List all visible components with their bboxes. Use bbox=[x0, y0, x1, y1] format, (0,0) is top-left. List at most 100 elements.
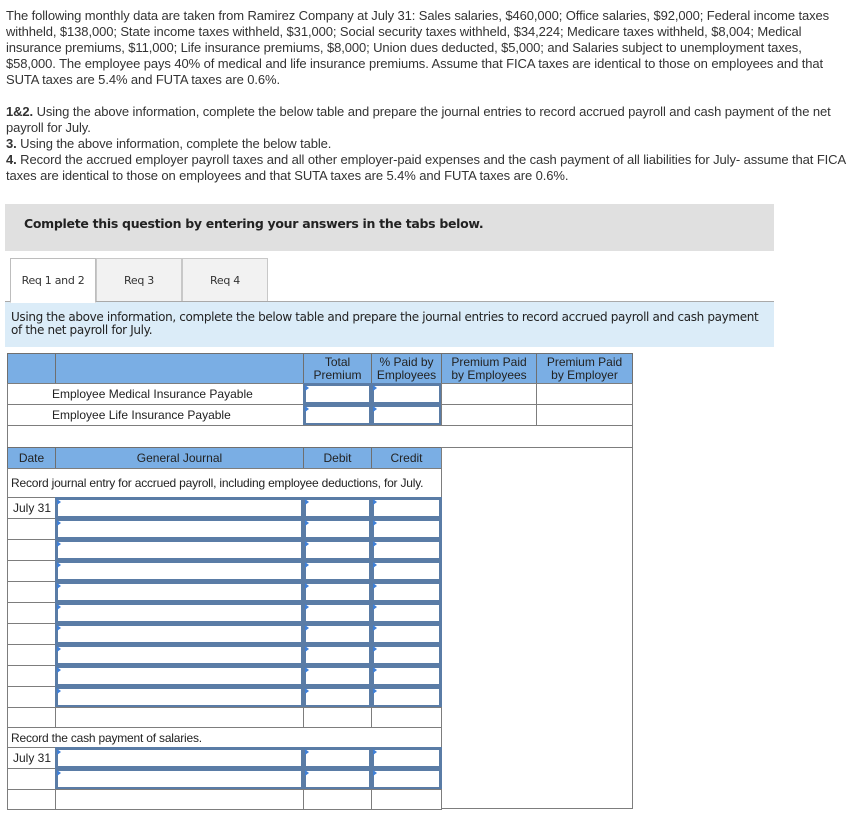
accrued-payroll-credit-8-input[interactable] bbox=[374, 648, 439, 664]
accrued-payroll-account-9[interactable] bbox=[55, 665, 304, 687]
cash-payment-credit-1[interactable] bbox=[371, 747, 442, 769]
accrued-payroll-credit-2[interactable] bbox=[371, 518, 442, 540]
accrued-payroll-debit-2[interactable] bbox=[303, 518, 372, 540]
accrued-payroll-account-10[interactable] bbox=[55, 686, 304, 708]
accrued-payroll-date-cell bbox=[7, 665, 56, 687]
accrued-payroll-debit-10-input[interactable] bbox=[306, 690, 369, 706]
accrued-payroll-debit-1[interactable] bbox=[303, 497, 372, 519]
accrued-payroll-account-1[interactable] bbox=[55, 497, 304, 519]
accrued-payroll-debit-3-input[interactable] bbox=[306, 543, 369, 559]
cash-payment-credit-2[interactable] bbox=[371, 768, 442, 790]
accrued-payroll-account-7-input[interactable] bbox=[58, 627, 301, 643]
accrued-payroll-account-7[interactable] bbox=[55, 623, 304, 645]
medical-insurance-row-total-premium[interactable] bbox=[303, 383, 372, 405]
tab-req-4[interactable]: Req 4 bbox=[182, 258, 268, 302]
accrued-payroll-credit-3[interactable] bbox=[371, 539, 442, 561]
accrued-payroll-credit-4[interactable] bbox=[371, 560, 442, 582]
accrued-payroll-debit-2-input[interactable] bbox=[306, 522, 369, 538]
accrued-payroll-credit-6[interactable] bbox=[371, 602, 442, 624]
medical-insurance-row-paid-by-employer bbox=[536, 383, 633, 405]
accrued-payroll-account-9-input[interactable] bbox=[58, 669, 301, 685]
life-insurance-row-paid-by-employees bbox=[441, 404, 537, 426]
medical-insurance-row-pct-paid[interactable] bbox=[371, 383, 442, 405]
cash-payment-account-1[interactable] bbox=[55, 747, 304, 769]
accrued-payroll-account-8[interactable] bbox=[55, 644, 304, 666]
accrued-payroll-debit-6-input[interactable] bbox=[306, 606, 369, 622]
journal-header-credit: Credit bbox=[371, 447, 442, 469]
accrued-payroll-date-cell bbox=[7, 518, 56, 540]
accrued-payroll-debit-7-input[interactable] bbox=[306, 627, 369, 643]
accrued-payroll-account-3-input[interactable] bbox=[58, 543, 301, 559]
cash-payment-debit-1-input[interactable] bbox=[306, 751, 369, 767]
accrued-payroll-date-cell: July 31 bbox=[7, 497, 56, 519]
cash-payment-credit-2-input[interactable] bbox=[374, 772, 439, 788]
accrued-payroll-credit-10[interactable] bbox=[371, 686, 442, 708]
accrued-payroll-credit-8[interactable] bbox=[371, 644, 442, 666]
accrued-payroll-credit-5-input[interactable] bbox=[374, 585, 439, 601]
accrued-payroll-credit-2-input[interactable] bbox=[374, 522, 439, 538]
tab-req-3[interactable]: Req 3 bbox=[96, 258, 182, 302]
accrued-payroll-date-cell bbox=[7, 602, 56, 624]
accrued-payroll-account-6[interactable] bbox=[55, 602, 304, 624]
accrued-payroll-credit-7-input[interactable] bbox=[374, 627, 439, 643]
accrued-payroll-account-3[interactable] bbox=[55, 539, 304, 561]
life-insurance-row-total-premium-input[interactable] bbox=[306, 408, 369, 424]
medical-insurance-row-label: Employee Medical Insurance Payable bbox=[7, 383, 304, 405]
accrued-payroll-account-2[interactable] bbox=[55, 518, 304, 540]
accrued-payroll-account-6-input[interactable] bbox=[58, 606, 301, 622]
requirement-1-2: 1&2. Using the above information, comple… bbox=[6, 104, 831, 135]
accrued-payroll-debit-1-input[interactable] bbox=[306, 501, 369, 517]
requirement-3: 3. Using the above information, complete… bbox=[6, 136, 332, 151]
accrued-payroll-account-5[interactable] bbox=[55, 581, 304, 603]
life-insurance-row-pct-paid-input[interactable] bbox=[374, 408, 439, 424]
accrued-payroll-debit-9-input[interactable] bbox=[306, 669, 369, 685]
cash-payment-date-cell: July 31 bbox=[7, 747, 56, 769]
medical-insurance-row-pct-paid-input[interactable] bbox=[374, 387, 439, 403]
cash-payment-account-2[interactable] bbox=[55, 768, 304, 790]
accrued-payroll-credit-7[interactable] bbox=[371, 623, 442, 645]
accrued-payroll-account-5-input[interactable] bbox=[58, 585, 301, 601]
accrued-payroll-credit-9[interactable] bbox=[371, 665, 442, 687]
accrued-payroll-debit-4-input[interactable] bbox=[306, 564, 369, 580]
accrued-payroll-credit-1-input[interactable] bbox=[374, 501, 439, 517]
accrued-payroll-debit-8-input[interactable] bbox=[306, 648, 369, 664]
life-insurance-row-paid-by-employer bbox=[536, 404, 633, 426]
cash-payment-credit-1-input[interactable] bbox=[374, 751, 439, 767]
accrued-payroll-debit-10[interactable] bbox=[303, 686, 372, 708]
accrued-payroll-account-4[interactable] bbox=[55, 560, 304, 582]
life-insurance-row-pct-paid[interactable] bbox=[371, 404, 442, 426]
accrued-payroll-credit-6-input[interactable] bbox=[374, 606, 439, 622]
accrued-payroll-credit-5[interactable] bbox=[371, 581, 442, 603]
cash-payment-debit-2-input[interactable] bbox=[306, 772, 369, 788]
accrued-payroll-credit-1[interactable] bbox=[371, 497, 442, 519]
life-insurance-row-total-premium[interactable] bbox=[303, 404, 372, 426]
accrued-payroll-credit-4-input[interactable] bbox=[374, 564, 439, 580]
accrued-payroll-debit-6[interactable] bbox=[303, 602, 372, 624]
problem-statement: The following monthly data are taken fro… bbox=[6, 8, 830, 87]
accrued-payroll-account-2-input[interactable] bbox=[58, 522, 301, 538]
accrued-payroll-account-4-input[interactable] bbox=[58, 564, 301, 580]
accrued-payroll-account-10-input[interactable] bbox=[58, 690, 301, 706]
requirement-4: 4. Record the accrued employer payroll t… bbox=[6, 152, 846, 183]
cash-payment-debit-2[interactable] bbox=[303, 768, 372, 790]
cash-payment-account-2-input[interactable] bbox=[58, 772, 301, 788]
accrued-payroll-debit-4[interactable] bbox=[303, 560, 372, 582]
accrued-payroll-debit-8[interactable] bbox=[303, 644, 372, 666]
header-total-premium: Total Premium bbox=[303, 353, 372, 384]
accrued-payroll-credit-10-input[interactable] bbox=[374, 690, 439, 706]
medical-insurance-row-total-premium-input[interactable] bbox=[306, 387, 369, 403]
accrued-payroll-credit-9-input[interactable] bbox=[374, 669, 439, 685]
accrued-payroll-account-8-input[interactable] bbox=[58, 648, 301, 664]
accrued-payroll-debit-3[interactable] bbox=[303, 539, 372, 561]
cash-payment-account-1-input[interactable] bbox=[58, 751, 301, 767]
accrued-payroll-credit-3-input[interactable] bbox=[374, 543, 439, 559]
accrued-payroll-debit-5-input[interactable] bbox=[306, 585, 369, 601]
accrued-payroll-debit-7[interactable] bbox=[303, 623, 372, 645]
cash-payment-debit-1[interactable] bbox=[303, 747, 372, 769]
instructions-banner: Complete this question by entering your … bbox=[5, 204, 774, 251]
tab-req-1-and-2[interactable]: Req 1 and 2 bbox=[10, 258, 96, 303]
accrued-payroll-debit-5[interactable] bbox=[303, 581, 372, 603]
accrued-payroll-debit-9[interactable] bbox=[303, 665, 372, 687]
accrued-payroll-account-1-input[interactable] bbox=[58, 501, 301, 517]
cash-payment-blank-account bbox=[55, 789, 304, 810]
